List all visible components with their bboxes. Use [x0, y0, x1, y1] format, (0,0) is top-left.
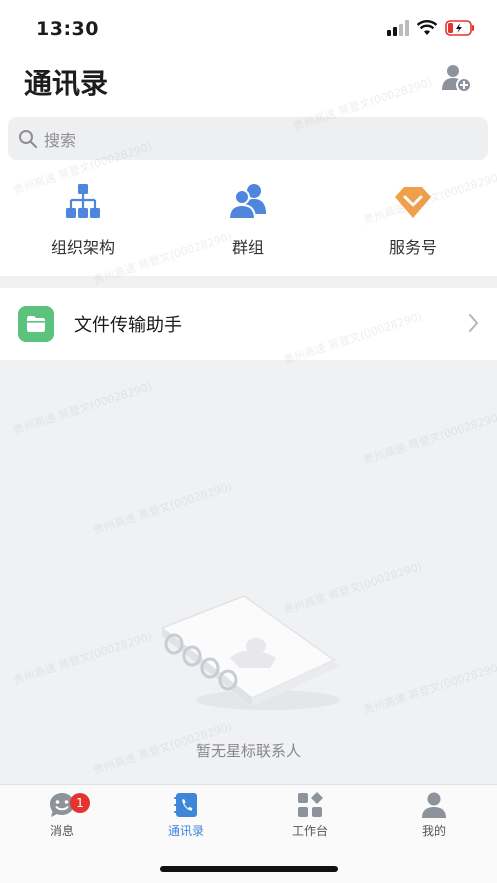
- folder-icon: [18, 306, 54, 342]
- tab-workbench[interactable]: 工作台: [248, 791, 372, 839]
- tab-me-label: 我的: [421, 824, 446, 838]
- search-input[interactable]: 搜索: [8, 117, 488, 160]
- search-placeholder: 搜索: [44, 130, 77, 150]
- tab-messages-label: 消息: [49, 824, 74, 838]
- empty-state: 暂无星标联系人: [0, 360, 497, 784]
- org-structure-label: 组织架构: [50, 238, 115, 257]
- page-header: 通讯录: [0, 56, 497, 108]
- status-time: 13:30: [36, 18, 99, 40]
- tab-workbench-label: 工作台: [291, 824, 328, 838]
- workbench-grid-icon: [298, 792, 323, 817]
- wifi-icon: [417, 20, 437, 35]
- org-chart-icon: [66, 184, 100, 218]
- search-section: 搜索: [0, 108, 497, 168]
- service-account-icon: [395, 187, 431, 218]
- quick-entries: 组织架构 群组 服务号: [0, 168, 497, 276]
- search-icon: [19, 129, 38, 148]
- org-structure-entry[interactable]: 组织架构: [18, 182, 148, 272]
- groups-entry[interactable]: 群组: [183, 182, 313, 272]
- tab-contacts-label: 通讯录: [167, 824, 204, 838]
- service-accounts-entry[interactable]: 服务号: [348, 182, 478, 272]
- chevron-right-icon: [469, 314, 478, 332]
- user-profile-icon: [422, 792, 446, 818]
- status-icons: [387, 20, 475, 36]
- service-accounts-label: 服务号: [388, 238, 437, 257]
- contacts-book-icon: [174, 793, 197, 817]
- tab-me[interactable]: 我的: [372, 791, 496, 839]
- tab-messages[interactable]: 1 消息: [0, 791, 124, 839]
- groups-label: 群组: [231, 238, 264, 257]
- file-transfer-assistant-label: 文件传输助手: [74, 315, 182, 336]
- battery-low-charging-icon: [445, 20, 474, 36]
- add-contact-icon[interactable]: [441, 62, 473, 94]
- status-bar: 13:30: [0, 0, 497, 56]
- page-title: 通讯录: [24, 67, 109, 100]
- tab-contacts[interactable]: 通讯录: [124, 791, 248, 839]
- home-indicator: [160, 866, 338, 872]
- unread-badge: 1: [70, 793, 90, 813]
- groups-icon: [228, 184, 266, 220]
- contacts-book-illustration: [160, 596, 340, 710]
- file-transfer-assistant-row[interactable]: 文件传输助手: [0, 288, 497, 360]
- cellular-signal-icon: [387, 20, 409, 36]
- empty-state-text: 暂无星标联系人: [195, 742, 301, 760]
